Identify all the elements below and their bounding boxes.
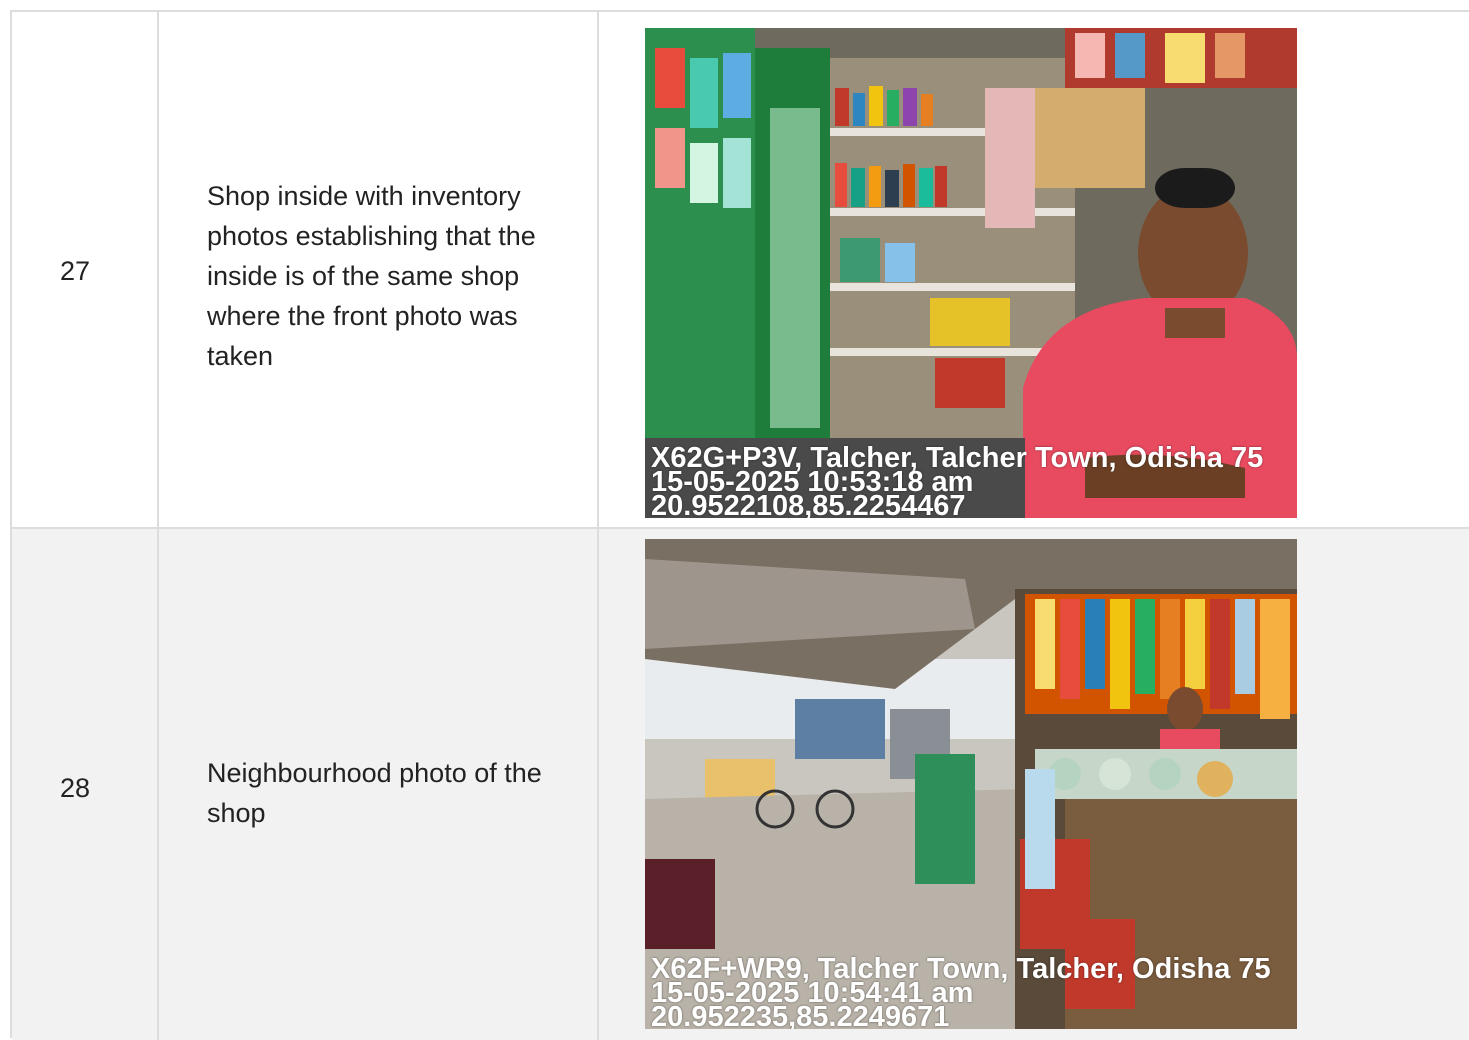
row-description: Shop inside with inventory photos establ… <box>207 181 536 371</box>
report-table: 27 Shop inside with inventory photos est… <box>10 10 1469 1040</box>
photo-geo-stamp: X62F+WR9, Talcher Town, Talcher, Odisha … <box>651 955 1271 1030</box>
description-cell: Shop inside with inventory photos establ… <box>159 12 599 527</box>
row-number-cell: 28 <box>12 529 159 1040</box>
row-description: Neighbourhood photo of the shop <box>207 758 542 828</box>
photo-cell: X62G+P3V, Talcher, Talcher Town, Odisha … <box>599 12 1469 527</box>
stamp-coordinates: 20.9522108,85.2254467 <box>651 490 966 519</box>
table-row: 27 Shop inside with inventory photos est… <box>12 12 1469 529</box>
table-row: 28 Neighbourhood photo of the shop X62F+… <box>12 529 1469 1040</box>
row-number-cell: 27 <box>12 12 159 527</box>
row-number: 28 <box>60 773 91 803</box>
shop-neighbourhood-photo: X62F+WR9, Talcher Town, Talcher, Odisha … <box>645 539 1297 1029</box>
description-cell: Neighbourhood photo of the shop <box>159 529 599 1040</box>
photo-cell: X62F+WR9, Talcher Town, Talcher, Odisha … <box>599 529 1469 1040</box>
photo-geo-stamp: X62G+P3V, Talcher, Talcher Town, Odisha … <box>651 444 1263 519</box>
shop-interior-photo: X62G+P3V, Talcher, Talcher Town, Odisha … <box>645 28 1297 518</box>
row-number: 27 <box>60 256 91 286</box>
